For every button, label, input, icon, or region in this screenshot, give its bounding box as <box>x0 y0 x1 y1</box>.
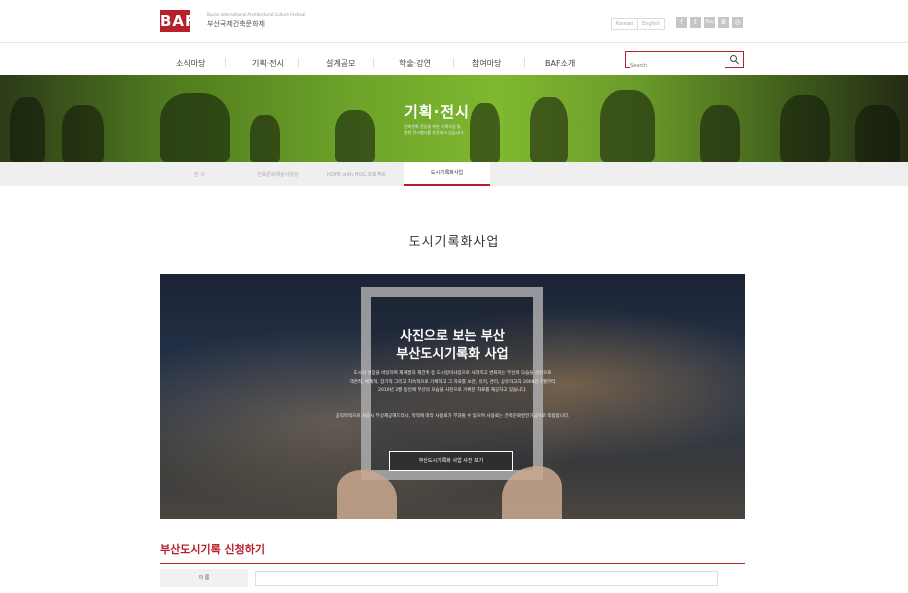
nav-item-competition[interactable]: 설계공모 <box>326 58 355 69</box>
promo-description-line: 객관적, 체계적, 장기적 그리고 지속적으로 기록하고 그 자료를 보관, 유… <box>349 379 556 385</box>
nav-divider <box>373 58 374 67</box>
name-field-wrapper[interactable] <box>255 571 723 593</box>
facebook-icon[interactable]: f <box>676 17 687 28</box>
nav-item-news[interactable]: 소식마당 <box>176 58 205 69</box>
youtube-icon[interactable]: You <box>704 17 715 28</box>
promo-note: 공익목적으로 사용시 무상제공해드리나, 목적에 따라 사용료가 부과될 수 있… <box>335 414 570 419</box>
nav-item-lectures[interactable]: 학술·강연 <box>399 58 431 69</box>
form-divider <box>160 563 745 564</box>
nav-divider <box>225 58 226 67</box>
promo-description-line: 도시의 성장을 바탕하여 재개발과 재건축 등 도시정비사업으로 사라지고 변화… <box>353 371 552 376</box>
name-label: 이 름 <box>160 569 248 587</box>
promo-title-line2: 부산도시기록화 사업 <box>396 347 509 362</box>
banner-title: 기획·전시 <box>404 103 470 121</box>
nav-item-about[interactable]: BAF소개 <box>545 58 575 69</box>
lang-korean-link[interactable]: Korean <box>611 18 639 30</box>
header-divider <box>0 42 908 43</box>
search-icon[interactable] <box>730 55 737 62</box>
logo-subtitle-en: Busan International Architectural Cultur… <box>207 12 306 17</box>
blog-icon[interactable]: B <box>718 17 729 28</box>
banner-subtitle: 건축문화 전승을 위한 기획사업 및 관련 전시행사를 추진하고 있습니다. <box>404 124 514 136</box>
tab-exhibition[interactable]: 전 시 <box>194 171 205 178</box>
twitter-icon[interactable]: t <box>690 17 701 28</box>
nav-divider <box>453 58 454 67</box>
promo-title-line1: 사진으로 보는 부산 <box>400 329 505 344</box>
page-title: 도시기록화사업 <box>408 235 500 250</box>
form-title: 부산도시기록 신청하기 <box>160 543 266 556</box>
view-photos-button[interactable]: 부산도시기록화 사업 사진 보기 <box>389 451 513 471</box>
tab-docent-training[interactable]: 건축문화해설사양성 <box>257 171 298 178</box>
promo-description: 도시의 성장을 바탕하여 재개발과 재건축 등 도시정비사업으로 사라지고 변화… <box>160 370 745 396</box>
tab-hope-with-hug[interactable]: HOPE with HUG 프로젝트 <box>327 171 386 178</box>
nav-item-exhibition[interactable]: 기획·전시 <box>252 58 284 69</box>
instagram-icon[interactable]: ◎ <box>732 17 743 28</box>
lang-english-link[interactable]: English <box>637 18 666 30</box>
name-input[interactable] <box>256 579 723 593</box>
banner-subtitle-line: 관련 전시행사를 추진하고 있습니다. <box>404 130 465 135</box>
search-input[interactable] <box>630 59 725 73</box>
nav-divider <box>524 58 525 67</box>
promo-description-line: 2010년 3월 동안에 부산의 모습을 사진으로 기록한 자료를 제공하고 있… <box>378 388 527 393</box>
logo-subtitle-kr: 부산국제건축문화제 <box>207 20 265 28</box>
search-box[interactable] <box>625 51 744 73</box>
nav-item-participation[interactable]: 참여마당 <box>472 58 501 69</box>
nav-divider <box>298 58 299 67</box>
tab-city-archive[interactable]: 도시기록화사업 <box>404 162 490 186</box>
